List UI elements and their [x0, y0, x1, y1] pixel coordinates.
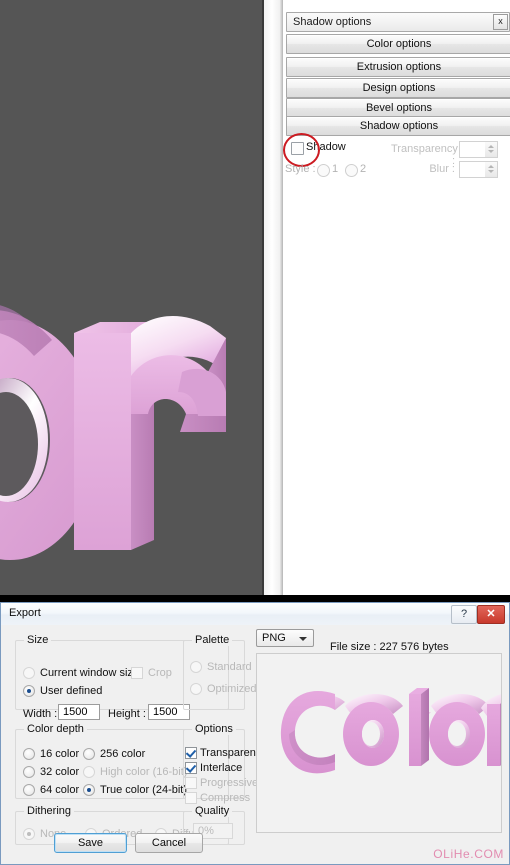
radio-palette-optimized[interactable]: [190, 683, 202, 695]
style-label: Style :: [285, 163, 316, 175]
editor-window: Shadow options x Color options Extrusion…: [0, 0, 510, 595]
palette-group: Palette: [183, 640, 245, 710]
radio-user-defined-label: User defined: [40, 685, 102, 697]
transparency-input[interactable]: [459, 141, 487, 158]
blur-input[interactable]: [459, 161, 487, 178]
radio-true-color[interactable]: [83, 784, 95, 796]
radio-64-color-label: 64 color: [40, 784, 79, 796]
cancel-button[interactable]: Cancel: [135, 833, 203, 853]
radio-16-color[interactable]: [23, 748, 35, 760]
button-bevel-options[interactable]: Bevel options: [286, 98, 510, 118]
preview-3d-text: [257, 654, 501, 832]
button-design-options[interactable]: Design options: [286, 78, 510, 98]
blur-label: Blur :: [391, 163, 455, 175]
checkbox-progressive-label: Progressive: [200, 777, 258, 789]
screen-root: Shadow options x Color options Extrusion…: [0, 0, 510, 865]
checkbox-transparent[interactable]: [185, 747, 197, 759]
checkbox-crop-label: Crop: [148, 667, 172, 679]
checkbox-transparent-label: Transparent: [200, 747, 259, 759]
format-select-value: PNG: [262, 632, 286, 644]
style-radio-1-label: 1: [332, 163, 338, 175]
file-size-label: File size : 227 576 bytes: [330, 641, 449, 653]
radio-high-color-label: High color (16-bit): [100, 766, 187, 778]
export-dialog-title: Export: [9, 607, 41, 619]
watermark: OLiHe.COM: [433, 847, 504, 861]
radio-current-window-size[interactable]: [23, 667, 35, 679]
checkbox-compress[interactable]: [185, 792, 197, 804]
dithering-group-title: Dithering: [24, 805, 74, 817]
button-shadow-options[interactable]: Shadow options: [286, 116, 510, 136]
chevron-down-icon: [299, 637, 307, 641]
radio-256-color[interactable]: [83, 748, 95, 760]
export-preview: [256, 653, 502, 833]
radio-user-defined[interactable]: [23, 685, 35, 697]
button-extrusion-options[interactable]: Extrusion options: [286, 57, 510, 77]
checkbox-progressive[interactable]: [185, 777, 197, 789]
size-group-title: Size: [24, 634, 51, 646]
radio-high-color[interactable]: [83, 766, 95, 778]
checkbox-crop[interactable]: [131, 667, 143, 679]
checkbox-interlace[interactable]: [185, 762, 197, 774]
panel-splitter[interactable]: [262, 0, 282, 595]
radio-64-color[interactable]: [23, 784, 35, 796]
style-radio-1[interactable]: [317, 164, 330, 177]
radio-true-color-label: True color (24-bit): [100, 784, 187, 796]
style-radio-2[interactable]: [345, 164, 358, 177]
panel-titlebar: Shadow options x: [286, 12, 510, 32]
radio-palette-optimized-label: Optimized: [207, 683, 257, 695]
panel-title: Shadow options: [293, 16, 371, 28]
blur-stepper[interactable]: [485, 161, 498, 178]
quality-group-title: Quality: [192, 805, 232, 817]
radio-256-color-label: 256 color: [100, 748, 145, 760]
export-dialog-titlebar: Export ? ✕: [1, 603, 509, 625]
radio-16-color-label: 16 color: [40, 748, 79, 760]
help-icon[interactable]: ?: [451, 605, 477, 624]
3d-text-viewport[interactable]: [0, 0, 262, 595]
window-gap: [0, 595, 510, 602]
radio-current-window-size-label: Current window size: [40, 667, 139, 679]
format-select[interactable]: PNG: [256, 629, 314, 647]
radio-palette-standard-label: Standard: [207, 661, 252, 673]
radio-32-color-label: 32 color: [40, 766, 79, 778]
radio-32-color[interactable]: [23, 766, 35, 778]
palette-group-title: Palette: [192, 634, 232, 646]
transparency-stepper[interactable]: [485, 141, 498, 158]
width-label: Width :: [23, 708, 57, 720]
options-panel: Shadow options x Color options Extrusion…: [282, 0, 510, 595]
width-input[interactable]: 1500: [58, 704, 100, 720]
red-ellipse-highlight: [283, 133, 320, 167]
3d-text-render: [0, 0, 262, 595]
checkbox-compress-label: Compress: [200, 792, 250, 804]
button-color-options[interactable]: Color options: [286, 34, 510, 54]
style-radio-2-label: 2: [360, 163, 366, 175]
close-icon[interactable]: x: [493, 14, 508, 30]
height-label: Height :: [108, 708, 146, 720]
radio-dither-none[interactable]: [23, 828, 35, 840]
close-icon[interactable]: ✕: [477, 605, 505, 624]
color-depth-group-title: Color depth: [24, 723, 87, 735]
save-button[interactable]: Save: [54, 833, 127, 853]
radio-palette-standard[interactable]: [190, 661, 202, 673]
options-group-title: Options: [192, 723, 236, 735]
checkbox-interlace-label: Interlace: [200, 762, 242, 774]
